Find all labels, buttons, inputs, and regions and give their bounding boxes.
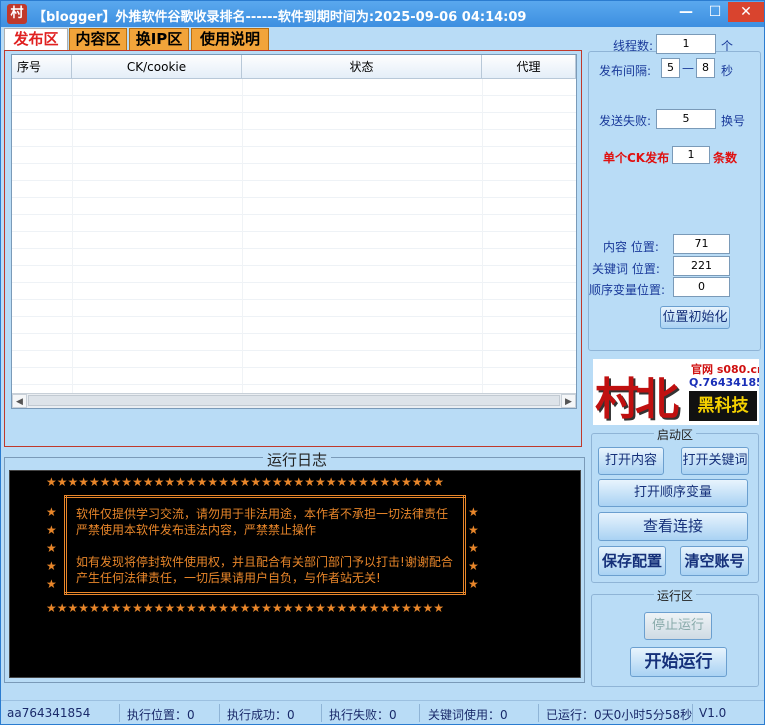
ck-publish-input[interactable]: 1 bbox=[672, 146, 710, 164]
scroll-left-icon[interactable]: ◀ bbox=[12, 394, 27, 408]
ck-publish-label: 单个CK发布 bbox=[603, 151, 670, 165]
status-exec-fail: 执行失败：0 bbox=[329, 708, 397, 722]
column-divider bbox=[72, 79, 73, 395]
threads-unit: 个 bbox=[721, 39, 734, 53]
interval-label: 发布间隔: bbox=[599, 64, 652, 78]
column-header-cookie[interactable]: CK/cookie bbox=[72, 55, 242, 79]
start-group-title: 启动区 bbox=[654, 426, 697, 443]
tab-change-ip[interactable]: 换IP区 bbox=[129, 28, 189, 50]
log-frame-top bbox=[64, 495, 466, 498]
fail-input[interactable]: 5 bbox=[656, 109, 716, 129]
status-divider bbox=[321, 704, 322, 722]
close-button[interactable]: ✕ bbox=[728, 2, 764, 22]
ck-publish-unit: 条数 bbox=[713, 151, 738, 165]
order-var-label: 顺序变量位置: bbox=[589, 283, 666, 297]
column-header-proxy[interactable]: 代理 bbox=[482, 55, 576, 79]
status-divider bbox=[538, 704, 539, 722]
threads-label: 线程数: bbox=[613, 39, 654, 53]
keyword-pos-input[interactable]: 221 bbox=[673, 256, 730, 276]
open-order-variable-button[interactable]: 打开顺序变量 bbox=[598, 479, 748, 507]
interval-max-input[interactable]: 8 bbox=[696, 58, 715, 78]
column-divider bbox=[482, 79, 483, 395]
fail-label: 发送失败: bbox=[599, 114, 652, 128]
cookie-table[interactable]: 序号 CK/cookie 状态 代理 ◀ ▶ bbox=[11, 54, 577, 409]
table-body[interactable] bbox=[12, 79, 576, 395]
status-divider bbox=[692, 704, 693, 722]
horizontal-scrollbar[interactable]: ◀ ▶ bbox=[12, 393, 576, 408]
log-frame-left bbox=[64, 495, 67, 595]
app-window: 村 【blogger】外推软件谷歌收录排名------软件到期时间为:2025-… bbox=[0, 0, 765, 725]
open-content-button[interactable]: 打开内容 bbox=[598, 447, 664, 475]
view-link-button[interactable]: 查看连接 bbox=[598, 512, 748, 541]
star-icon: ★ bbox=[46, 541, 57, 555]
interval-unit: 秒 bbox=[721, 64, 734, 78]
window-title: 【blogger】外推软件谷歌收录排名------软件到期时间为:2025-09… bbox=[33, 10, 527, 25]
run-log-title: 运行日志 bbox=[263, 449, 332, 470]
log-line: 产生任何法律责任，一切后果请用户自负，与作者站无关! bbox=[76, 571, 381, 585]
tab-instructions[interactable]: 使用说明 bbox=[191, 28, 269, 50]
logo-brand: 黑科技 bbox=[689, 391, 757, 421]
log-line: 软件仅提供学习交流，请勿用于非法用途，本作者不承担一切法律责任 bbox=[76, 507, 449, 521]
table-header: 序号 CK/cookie 状态 代理 bbox=[12, 55, 576, 79]
status-runtime: 已运行：0天0小时5分58秒 bbox=[546, 708, 693, 722]
order-var-input[interactable]: 0 bbox=[673, 277, 730, 297]
reset-position-button[interactable]: 位置初始化 bbox=[660, 306, 730, 329]
open-keywords-button[interactable]: 打开关键词 bbox=[681, 447, 749, 475]
interval-dash: — bbox=[682, 61, 694, 75]
logo-qq: Q.764341854 bbox=[689, 376, 759, 389]
scrollbar-thumb[interactable] bbox=[28, 395, 560, 406]
fail-unit: 换号 bbox=[721, 114, 746, 128]
title-bar: 村 【blogger】外推软件谷歌收录排名------软件到期时间为:2025-… bbox=[1, 1, 764, 27]
start-run-button[interactable]: 开始运行 bbox=[630, 647, 727, 677]
column-header-status[interactable]: 状态 bbox=[242, 55, 482, 79]
tab-content[interactable]: 内容区 bbox=[69, 28, 127, 50]
star-icon: ★ bbox=[468, 577, 479, 591]
log-line: 严禁使用本软件发布违法内容，严禁禁止操作 bbox=[76, 523, 317, 537]
star-icon: ★ bbox=[46, 523, 57, 537]
status-bar: aa764341854 执行位置：0 执行成功：0 执行失败：0 关键词使用：0… bbox=[1, 700, 764, 724]
run-log-console[interactable]: ★★★★★★★★★★★★★★★★★★★★★★★★★★★★★★★★★★★★★ ★★… bbox=[9, 470, 581, 678]
star-icon: ★ bbox=[468, 523, 479, 537]
app-logo-icon: 村 bbox=[7, 4, 27, 24]
star-icon: ★ bbox=[46, 559, 57, 573]
log-frame-right bbox=[463, 495, 466, 595]
status-exec-success: 执行成功：0 bbox=[227, 708, 295, 722]
star-icon: ★ bbox=[468, 541, 479, 555]
star-icon: ★ bbox=[468, 559, 479, 573]
status-version: V1.0 bbox=[699, 706, 727, 720]
tab-publish[interactable]: 发布区 bbox=[4, 28, 68, 51]
save-config-button[interactable]: 保存配置 bbox=[598, 546, 666, 576]
status-divider bbox=[419, 704, 420, 722]
status-exec-position: 执行位置：0 bbox=[127, 708, 195, 722]
status-divider bbox=[219, 704, 220, 722]
maximize-button[interactable]: ☐ bbox=[701, 2, 729, 22]
publish-panel: 序号 CK/cookie 状态 代理 ◀ ▶ bbox=[4, 50, 582, 447]
star-icon: ★ bbox=[46, 505, 57, 519]
threads-input[interactable]: 1 bbox=[656, 34, 716, 54]
content-pos-label: 内容 位置: bbox=[603, 240, 659, 254]
minimize-button[interactable]: — bbox=[672, 2, 700, 22]
log-line: 如有发现将停封软件使用权，并且配合有关部门部门予以打击!谢谢配合 bbox=[76, 555, 453, 569]
keyword-pos-label: 关键词 位置: bbox=[592, 262, 660, 276]
log-frame-bottom bbox=[64, 592, 466, 595]
logo-website: 官网 s080.cn bbox=[691, 363, 759, 376]
status-keyword-used: 关键词使用：0 bbox=[428, 708, 508, 722]
brand-logo: 村北 官网 s080.cn Q.764341854 黑科技 bbox=[593, 359, 759, 425]
interval-min-input[interactable]: 5 bbox=[661, 58, 680, 78]
stop-run-button[interactable]: 停止运行 bbox=[644, 612, 712, 640]
star-icon: ★ bbox=[468, 505, 479, 519]
star-border-top: ★★★★★★★★★★★★★★★★★★★★★★★★★★★★★★★★★★★★★ bbox=[46, 475, 445, 489]
content-pos-input[interactable]: 71 bbox=[673, 234, 730, 254]
star-border-bottom: ★★★★★★★★★★★★★★★★★★★★★★★★★★★★★★★★★★★★★ bbox=[46, 601, 445, 615]
run-group-title: 运行区 bbox=[654, 587, 697, 604]
status-divider bbox=[119, 704, 120, 722]
star-icon: ★ bbox=[46, 577, 57, 591]
status-user: aa764341854 bbox=[7, 706, 91, 720]
clear-accounts-button[interactable]: 清空账号 bbox=[680, 546, 749, 576]
run-log-group: 运行日志 ★★★★★★★★★★★★★★★★★★★★★★★★★★★★★★★★★★★… bbox=[4, 449, 585, 683]
scroll-right-icon[interactable]: ▶ bbox=[561, 394, 576, 408]
column-divider bbox=[242, 79, 243, 395]
column-header-index[interactable]: 序号 bbox=[12, 55, 72, 79]
logo-mark: 村北 bbox=[595, 374, 679, 425]
